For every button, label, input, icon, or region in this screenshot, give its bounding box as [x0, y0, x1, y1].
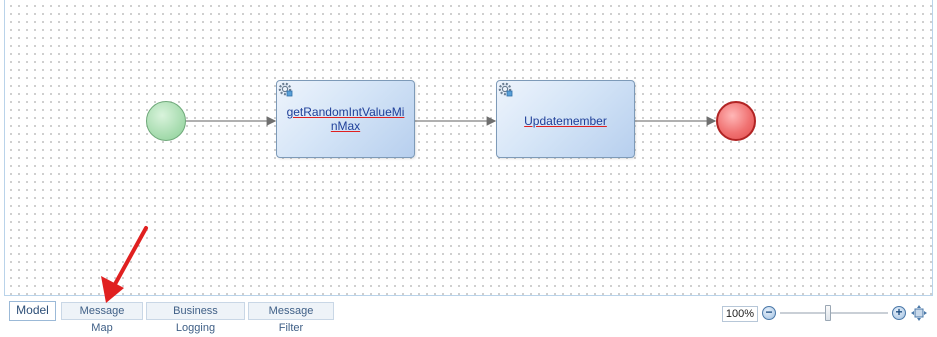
annotation-arrow-head: [101, 276, 124, 303]
annotation-arrow: [112, 226, 148, 288]
annotation-overlay: [101, 226, 148, 303]
